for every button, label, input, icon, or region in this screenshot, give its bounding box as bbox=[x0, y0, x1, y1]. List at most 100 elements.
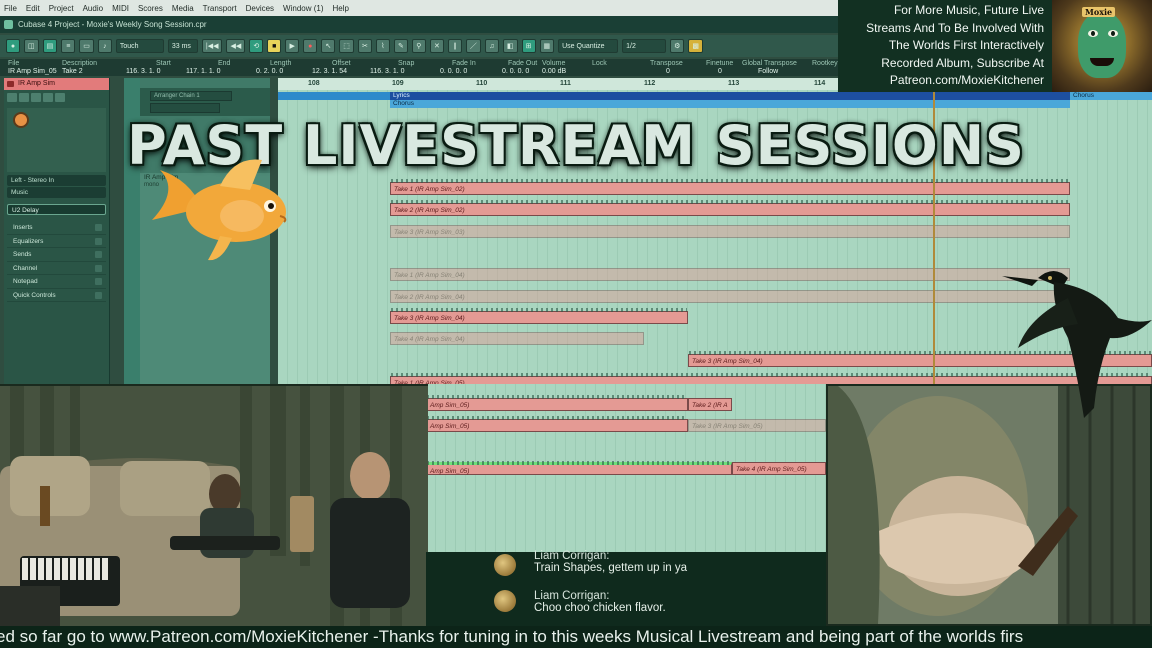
chat-text: Choo choo chicken flavor. bbox=[534, 602, 666, 614]
info-header-snap: Snap bbox=[398, 60, 415, 67]
audio-event[interactable]: Take 1 (IR Amp Sim_04) bbox=[390, 268, 1070, 281]
snap-toggle-button[interactable]: ⊞ bbox=[521, 39, 536, 53]
zoom-tool-icon[interactable]: ⚲ bbox=[411, 39, 426, 53]
audio-event[interactable]: Take 2 (IR A bbox=[688, 398, 732, 411]
audio-event[interactable]: Take 2 (IR Amp Sim_04) bbox=[390, 290, 1070, 303]
inspector-section-quick-controls[interactable]: Quick Controls bbox=[7, 289, 106, 302]
info-header-volume: Volume bbox=[542, 60, 566, 67]
go-to-start-icon[interactable]: |◀◀ bbox=[201, 39, 223, 53]
arranger-event-lyrics[interactable]: Lyrics bbox=[390, 92, 1070, 100]
inspector-section-channel[interactable]: Channel bbox=[7, 262, 106, 275]
rewind-icon[interactable]: ◀◀ bbox=[226, 39, 246, 53]
record-button[interactable]: ● bbox=[303, 39, 318, 53]
info-value-transpose[interactable]: 0 bbox=[650, 68, 683, 76]
menu-scores[interactable]: Scores bbox=[138, 4, 163, 13]
audio-event[interactable]: Take 3 (IR Amp Sim_04) bbox=[390, 308, 688, 324]
audio-event[interactable]: Amp Sim_05) bbox=[426, 461, 732, 475]
info-value-finetune[interactable]: 0 bbox=[706, 68, 733, 76]
menu-edit[interactable]: Edit bbox=[26, 4, 40, 13]
color-palette-icon[interactable]: ▩ bbox=[688, 39, 704, 53]
constrain-delay-button[interactable]: ◫ bbox=[24, 39, 39, 53]
audio-event[interactable]: Amp Sim_05) bbox=[426, 395, 688, 411]
menu-window[interactable]: Window (1) bbox=[283, 4, 323, 13]
output-routing-select[interactable]: Music bbox=[7, 187, 106, 198]
edit-channel-button[interactable] bbox=[55, 93, 65, 102]
glue-tool-icon[interactable]: ⌇ bbox=[375, 39, 390, 53]
activate-project-button[interactable]: ● bbox=[6, 39, 20, 53]
info-value-volume[interactable]: 0.00 dB bbox=[542, 68, 566, 76]
inspector-section-sends[interactable]: Sends bbox=[7, 248, 106, 262]
menu-project[interactable]: Project bbox=[49, 4, 74, 13]
menu-transport[interactable]: Transport bbox=[203, 4, 237, 13]
arranger-event-chorus[interactable]: Chorus bbox=[390, 100, 1070, 108]
quantize-settings-icon[interactable]: ⚙ bbox=[670, 39, 685, 53]
menu-midi[interactable]: MIDI bbox=[112, 4, 129, 13]
write-automation-button[interactable] bbox=[43, 93, 53, 102]
info-value-length[interactable]: 0. 2. 0. 0 bbox=[256, 68, 291, 76]
grid-type-select[interactable]: ▦ bbox=[539, 39, 555, 53]
audio-event[interactable]: Take 4 (IR Amp Sim_05) bbox=[732, 462, 826, 475]
info-value-snap[interactable]: 116. 3. 1. 0 bbox=[370, 68, 414, 76]
inspector-section-equalizers[interactable]: Equalizers bbox=[7, 235, 106, 248]
inspector-track-title[interactable]: IR Amp Sim bbox=[4, 78, 109, 90]
erase-tool-icon[interactable]: ✎ bbox=[393, 39, 408, 53]
audio-event[interactable]: Take 1 (IR Amp Sim_02) bbox=[390, 179, 1070, 195]
audio-event[interactable]: Take 4 (IR Amp Sim_04) bbox=[390, 332, 644, 345]
quantize-mode-select[interactable]: Use Quantize bbox=[558, 39, 619, 53]
insert-slot-u2-delay[interactable]: U2 Delay bbox=[7, 204, 106, 215]
menu-audio[interactable]: Audio bbox=[83, 4, 103, 13]
mute-tool-icon[interactable]: ✕ bbox=[429, 39, 444, 53]
audio-event[interactable]: Take 3 (IR Amp Sim_03) bbox=[390, 225, 1070, 238]
cycle-button[interactable]: ⟲ bbox=[249, 39, 264, 53]
audio-event[interactable]: Take 2 (IR Amp Sim_02) bbox=[390, 200, 1070, 216]
range-tool-icon[interactable]: ⬚ bbox=[339, 39, 354, 53]
info-value-description[interactable]: Take 2 bbox=[62, 68, 97, 76]
quantize-value-select[interactable]: 1/2 bbox=[622, 39, 667, 53]
info-value-offset[interactable]: 12. 3. 1. 54 bbox=[312, 68, 351, 76]
info-value-fade-out[interactable]: 0. 0. 0. 0 bbox=[502, 68, 537, 76]
split-tool-icon[interactable]: ✂ bbox=[357, 39, 372, 53]
draw-tool-icon[interactable]: ／ bbox=[465, 39, 481, 53]
play-tool-icon[interactable]: ♫ bbox=[484, 39, 499, 53]
infoline-toggle-button[interactable]: ≡ bbox=[61, 39, 76, 53]
info-header-fade-in: Fade In bbox=[452, 60, 476, 67]
timewarp-tool-icon[interactable]: ∥ bbox=[447, 39, 462, 53]
pool-button[interactable]: ♪ bbox=[97, 39, 112, 53]
overview-toggle-button[interactable]: ▭ bbox=[79, 39, 94, 53]
menu-devices[interactable]: Devices bbox=[246, 4, 274, 13]
arranger-track-header[interactable]: Arranger Chain 1 bbox=[140, 88, 270, 116]
info-value-start[interactable]: 116. 3. 1. 0 bbox=[126, 68, 171, 76]
menu-file[interactable]: File bbox=[4, 4, 17, 13]
latency-field[interactable]: 33 ms bbox=[167, 39, 198, 53]
studio-webcam-image bbox=[0, 386, 428, 626]
menu-help[interactable]: Help bbox=[333, 4, 349, 13]
info-value-file[interactable]: IR Amp Sim_05 bbox=[8, 68, 57, 76]
read-automation-button[interactable] bbox=[31, 93, 41, 102]
info-value-global-transpose[interactable]: Follow bbox=[742, 68, 797, 76]
arranger-chain-select[interactable]: Arranger Chain 1 bbox=[150, 91, 232, 101]
live-chat: Liam Corrigan: Train Shapes, gettem up i… bbox=[426, 550, 826, 626]
inspector-section-notepad[interactable]: Notepad bbox=[7, 275, 106, 289]
audio-event-label: Take 3 (IR Amp Sim_04) bbox=[394, 315, 465, 322]
object-select-tool-icon[interactable]: ↖ bbox=[321, 39, 336, 53]
info-value-end[interactable]: 117. 1. 1. 0 bbox=[186, 68, 230, 76]
audio-event[interactable]: Amp Sim_05) bbox=[426, 416, 688, 432]
info-value-fade-in[interactable]: 0. 0. 0. 0 bbox=[440, 68, 476, 76]
audio-event[interactable]: Take 3 (IR Amp Sim_05) bbox=[688, 419, 826, 432]
info-header-offset: Offset bbox=[332, 60, 351, 67]
automation-mode-select[interactable]: Touch bbox=[115, 39, 164, 53]
inspector-section-inserts[interactable]: Inserts bbox=[7, 221, 106, 235]
arranger-mode-field[interactable] bbox=[150, 103, 220, 113]
stop-button[interactable]: ■ bbox=[267, 39, 282, 53]
project-area-lower[interactable]: Amp Sim_05) Take 2 (IR A Amp Sim_05) Tak… bbox=[426, 384, 826, 552]
arranger-event-chorus-right[interactable]: Chorus bbox=[1070, 92, 1152, 100]
mute-button[interactable] bbox=[7, 93, 17, 102]
solo-button[interactable] bbox=[19, 93, 29, 102]
color-tool-icon[interactable]: ◧ bbox=[502, 39, 518, 53]
inspector-toggle-button[interactable]: ▤ bbox=[42, 39, 58, 53]
play-button[interactable]: ▶ bbox=[285, 39, 300, 53]
promo-line: For More Music, Future Live bbox=[893, 3, 1044, 17]
menu-media[interactable]: Media bbox=[172, 4, 194, 13]
arranger-event-prev[interactable] bbox=[278, 92, 390, 100]
ruler-bar-109: 109 bbox=[392, 80, 404, 87]
